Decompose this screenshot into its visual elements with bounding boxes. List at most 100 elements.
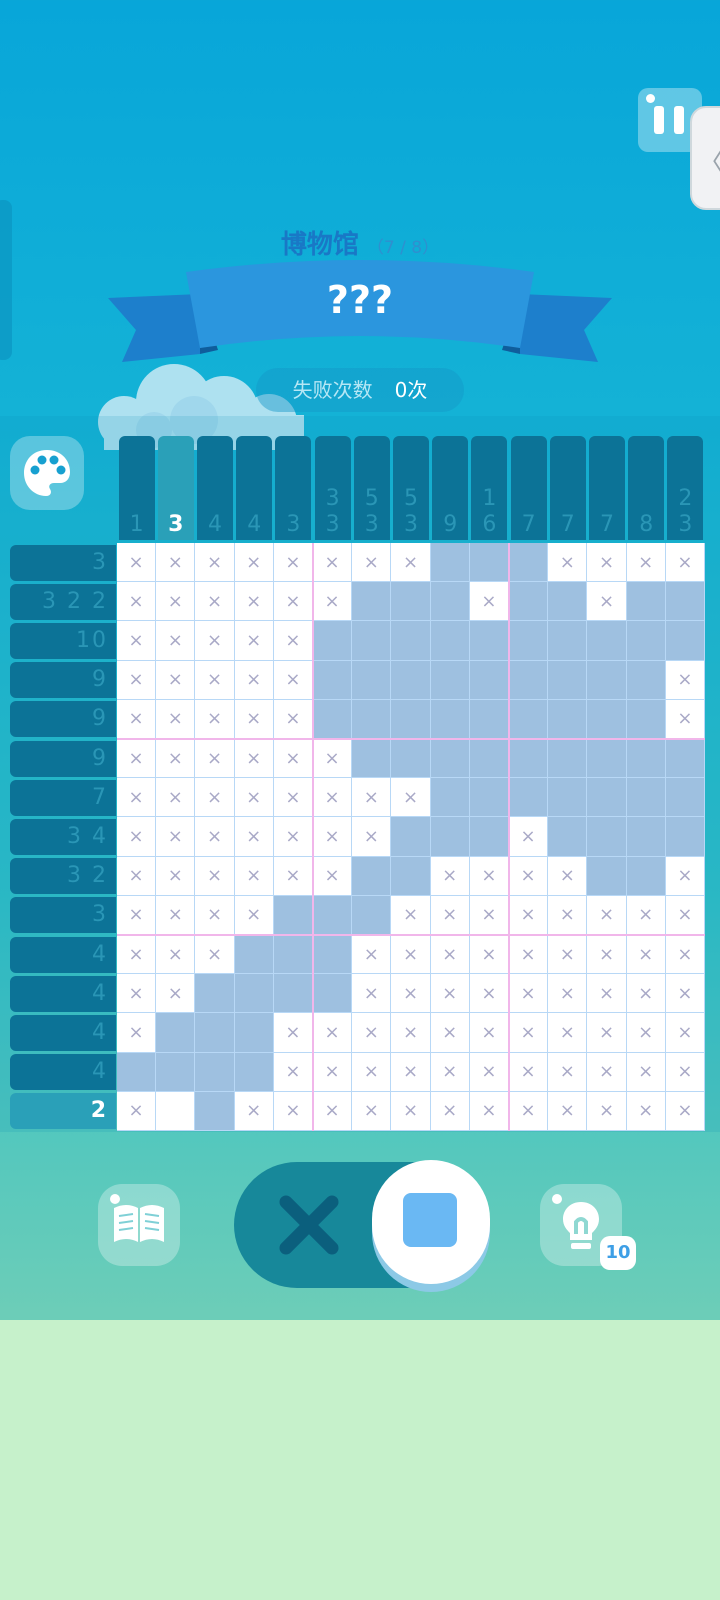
grid-cell-crossed[interactable]: × bbox=[273, 660, 313, 700]
grid-cell-crossed[interactable]: × bbox=[156, 817, 196, 857]
grid-cell-filled[interactable] bbox=[587, 817, 627, 857]
grid-cell-crossed[interactable]: × bbox=[273, 1091, 313, 1131]
grid-cell-filled[interactable] bbox=[430, 621, 470, 661]
grid-cell-filled[interactable] bbox=[313, 935, 353, 975]
puzzle-grid[interactable]: × × × × × × × × × × × × × × × × × × × × × × × × × × × × × × × × × × × × × × × ×… bbox=[117, 543, 705, 1131]
grid-cell-filled[interactable] bbox=[195, 1091, 235, 1131]
grid-cell-crossed[interactable]: × bbox=[156, 856, 196, 896]
grid-cell-filled[interactable] bbox=[626, 817, 666, 857]
grid-cell-crossed[interactable]: × bbox=[430, 1091, 470, 1131]
grid-cell-filled[interactable] bbox=[273, 974, 313, 1014]
grid-cell-crossed[interactable]: × bbox=[509, 817, 549, 857]
grid-cell-crossed[interactable]: × bbox=[273, 621, 313, 661]
grid-cell-crossed[interactable]: × bbox=[391, 974, 431, 1014]
grid-cell-filled[interactable] bbox=[195, 1052, 235, 1092]
grid-cell-filled[interactable] bbox=[469, 817, 509, 857]
grid-cell-crossed[interactable]: × bbox=[195, 778, 235, 818]
grid-cell-crossed[interactable]: × bbox=[430, 895, 470, 935]
grid-cell-crossed[interactable]: × bbox=[587, 1052, 627, 1092]
grid-cell-crossed[interactable]: × bbox=[156, 974, 196, 1014]
grid-cell-filled[interactable] bbox=[509, 543, 549, 583]
grid-cell-crossed[interactable]: × bbox=[273, 543, 313, 583]
grid-cell-crossed[interactable]: × bbox=[234, 621, 274, 661]
grid-cell-crossed[interactable]: × bbox=[352, 817, 392, 857]
grid-cell-crossed[interactable]: × bbox=[273, 1052, 313, 1092]
grid-cell-crossed[interactable]: × bbox=[548, 895, 588, 935]
grid-cell-crossed[interactable]: × bbox=[391, 543, 431, 583]
grid-cell-filled[interactable] bbox=[273, 895, 313, 935]
grid-cell-crossed[interactable]: × bbox=[391, 1091, 431, 1131]
grid-cell-crossed[interactable]: × bbox=[509, 1091, 549, 1131]
grid-cell-crossed[interactable]: × bbox=[273, 1013, 313, 1053]
grid-cell-filled[interactable] bbox=[352, 621, 392, 661]
grid-cell-filled[interactable] bbox=[391, 817, 431, 857]
grid-cell-crossed[interactable]: × bbox=[195, 621, 235, 661]
grid-cell-crossed[interactable]: × bbox=[469, 895, 509, 935]
grid-cell-filled[interactable] bbox=[509, 621, 549, 661]
grid-cell-filled[interactable] bbox=[234, 974, 274, 1014]
grid-cell-crossed[interactable]: × bbox=[626, 1013, 666, 1053]
grid-cell-crossed[interactable]: × bbox=[156, 699, 196, 739]
grid-cell-filled[interactable] bbox=[626, 856, 666, 896]
grid-cell-filled[interactable] bbox=[587, 699, 627, 739]
grid-cell-crossed[interactable]: × bbox=[117, 699, 157, 739]
grid-cell-crossed[interactable]: × bbox=[234, 1091, 274, 1131]
grid-cell-crossed[interactable]: × bbox=[195, 699, 235, 739]
grid-cell-crossed[interactable]: × bbox=[469, 582, 509, 622]
grid-cell-filled[interactable] bbox=[665, 778, 705, 818]
grid-cell-filled[interactable] bbox=[156, 1052, 196, 1092]
grid-cell-filled[interactable] bbox=[430, 778, 470, 818]
x-mark-icon[interactable] bbox=[276, 1192, 342, 1258]
grid-cell-crossed[interactable]: × bbox=[509, 1052, 549, 1092]
grid-cell-crossed[interactable]: × bbox=[469, 1052, 509, 1092]
grid-cell-filled[interactable] bbox=[469, 739, 509, 779]
grid-cell-filled[interactable] bbox=[548, 621, 588, 661]
grid-cell-crossed[interactable]: × bbox=[156, 660, 196, 700]
grid-cell-crossed[interactable]: × bbox=[665, 935, 705, 975]
grid-cell-filled[interactable] bbox=[391, 699, 431, 739]
grid-cell-crossed[interactable]: × bbox=[626, 543, 666, 583]
grid-cell-filled[interactable] bbox=[548, 778, 588, 818]
grid-cell-filled[interactable] bbox=[352, 699, 392, 739]
grid-cell-crossed[interactable]: × bbox=[234, 582, 274, 622]
grid-cell-crossed[interactable]: × bbox=[626, 1091, 666, 1131]
grid-cell-crossed[interactable]: × bbox=[352, 1013, 392, 1053]
grid-cell-crossed[interactable]: × bbox=[117, 895, 157, 935]
grid-cell-filled[interactable] bbox=[587, 778, 627, 818]
grid-cell-crossed[interactable]: × bbox=[430, 974, 470, 1014]
grid-cell-crossed[interactable]: × bbox=[509, 856, 549, 896]
grid-cell-filled[interactable] bbox=[352, 739, 392, 779]
grid-cell-filled[interactable] bbox=[430, 817, 470, 857]
grid-cell-filled[interactable] bbox=[195, 974, 235, 1014]
grid-cell-crossed[interactable]: × bbox=[430, 856, 470, 896]
grid-cell-filled[interactable] bbox=[234, 935, 274, 975]
grid-cell-crossed[interactable]: × bbox=[195, 739, 235, 779]
grid-cell-filled[interactable] bbox=[626, 778, 666, 818]
grid-cell-crossed[interactable]: × bbox=[313, 582, 353, 622]
grid-cell-crossed[interactable]: × bbox=[117, 739, 157, 779]
grid-cell-crossed[interactable]: × bbox=[391, 935, 431, 975]
grid-cell-crossed[interactable]: × bbox=[195, 660, 235, 700]
grid-cell-crossed[interactable]: × bbox=[195, 543, 235, 583]
grid-cell-crossed[interactable]: × bbox=[117, 582, 157, 622]
grid-cell-crossed[interactable]: × bbox=[117, 1013, 157, 1053]
grid-cell-crossed[interactable]: × bbox=[626, 895, 666, 935]
grid-cell-filled[interactable] bbox=[665, 817, 705, 857]
grid-cell-crossed[interactable]: × bbox=[352, 778, 392, 818]
grid-cell-crossed[interactable]: × bbox=[273, 778, 313, 818]
grid-cell-crossed[interactable]: × bbox=[117, 817, 157, 857]
grid-cell-crossed[interactable]: × bbox=[234, 660, 274, 700]
grid-cell-crossed[interactable]: × bbox=[352, 935, 392, 975]
grid-cell-crossed[interactable]: × bbox=[117, 1091, 157, 1131]
grid-cell-crossed[interactable]: × bbox=[352, 974, 392, 1014]
grid-cell-filled[interactable] bbox=[430, 660, 470, 700]
grid-cell-filled[interactable] bbox=[587, 621, 627, 661]
grid-cell-crossed[interactable]: × bbox=[665, 1091, 705, 1131]
grid-cell-filled[interactable] bbox=[665, 739, 705, 779]
grid-cell-filled[interactable] bbox=[665, 582, 705, 622]
grid-cell-crossed[interactable]: × bbox=[587, 895, 627, 935]
grid-cell-crossed[interactable]: × bbox=[313, 543, 353, 583]
grid-cell-filled[interactable] bbox=[548, 582, 588, 622]
grid-cell-crossed[interactable]: × bbox=[509, 895, 549, 935]
grid-cell-filled[interactable] bbox=[587, 660, 627, 700]
